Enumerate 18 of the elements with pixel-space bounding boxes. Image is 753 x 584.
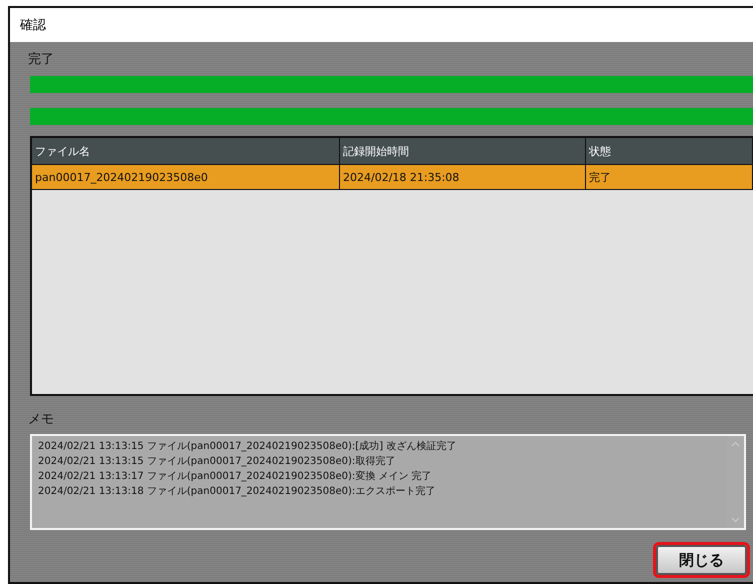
memo-label: メモ — [28, 411, 54, 428]
window-title: 確認 — [20, 17, 46, 34]
table-row[interactable]: pan00017_20240219023508e0 2024/02/18 21:35:08 完了 — [32, 165, 753, 190]
table-cell: 完了 — [586, 165, 753, 189]
column-header[interactable]: 状態 — [586, 138, 753, 164]
log-line: 2024/02/21 13:13:17 ファイル(pan00017_20240219023508e0):変換 メイン 完了 — [38, 470, 432, 484]
scroll-up-icon[interactable] — [731, 441, 740, 447]
close-button[interactable]: 閉じる — [653, 542, 750, 578]
log-line: 2024/02/21 13:13:18 ファイル(pan00017_20240219023508e0):エクスポート完了 — [38, 484, 436, 499]
status-label: 完了 — [28, 51, 54, 68]
memo-field[interactable] — [30, 434, 746, 530]
table-cell: 2024/02/18 21:35:08 — [340, 165, 586, 189]
scroll-down-icon[interactable] — [731, 517, 740, 523]
column-header[interactable]: ファイル名 — [32, 138, 340, 164]
table-cell: pan00017_20240219023508e0 — [32, 165, 340, 189]
column-header[interactable]: 記録開始時間 — [340, 138, 586, 164]
log-line: 2024/02/21 13:13:15 ファイル(pan00017_20240219023508e0):[成功] 改ざん検証完了 — [38, 440, 456, 454]
log-line: 2024/02/21 13:13:15 ファイル(pan00017_20240219023508e0):取得完了 — [38, 454, 396, 469]
